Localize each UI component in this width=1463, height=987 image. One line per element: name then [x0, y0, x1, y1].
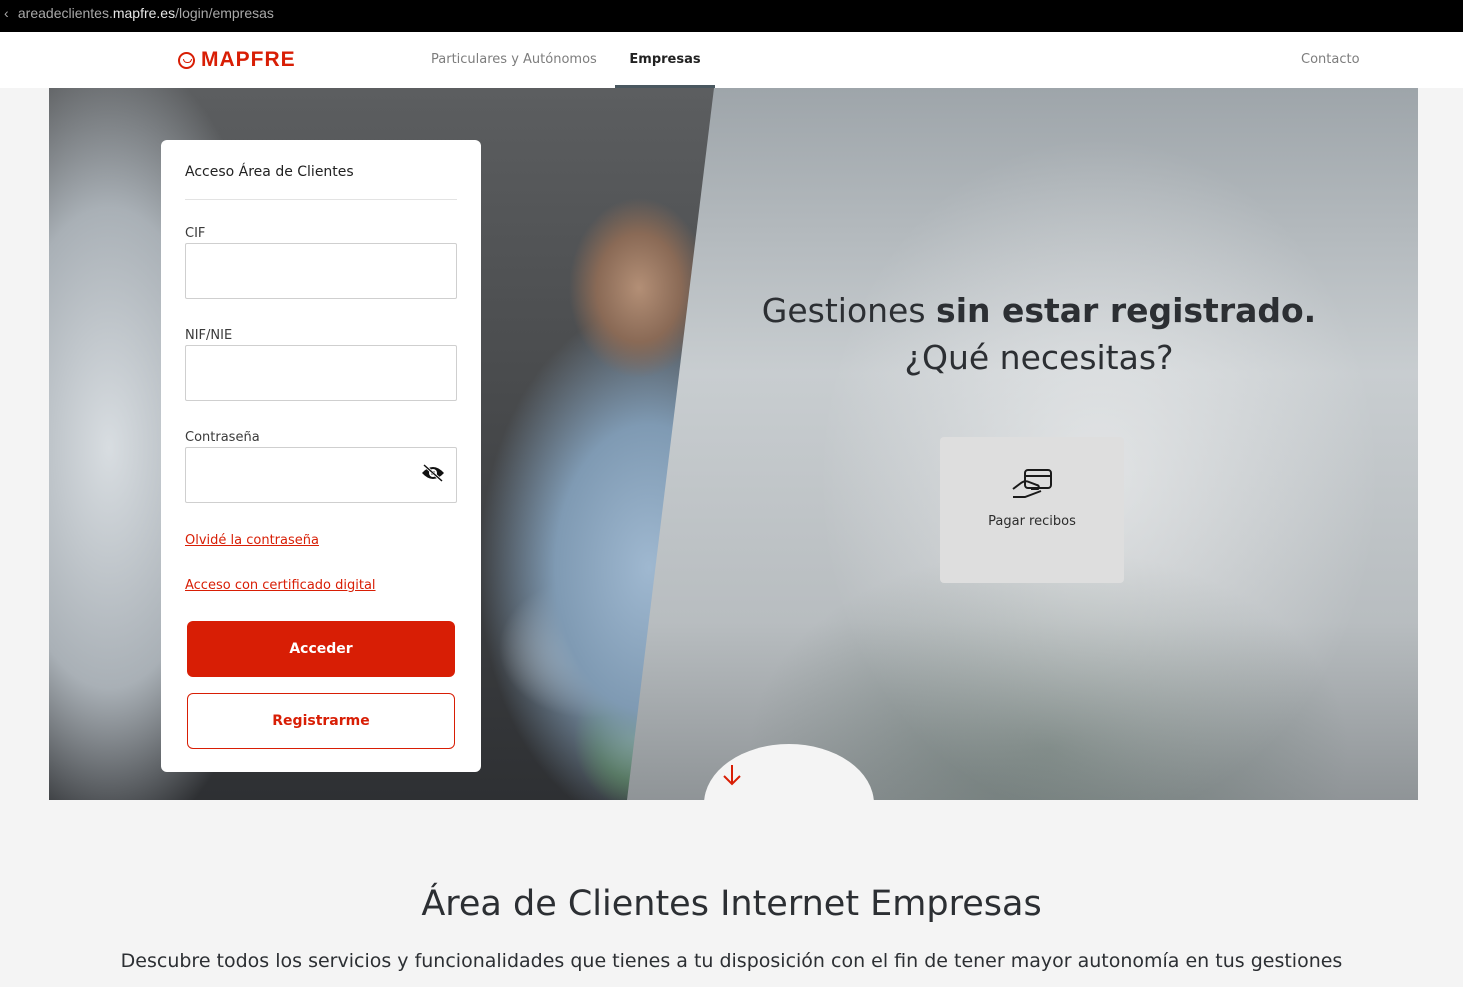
site-info-icon[interactable]: ‹ — [4, 0, 14, 26]
mapfre-logo-icon — [178, 51, 195, 69]
eye-off-icon[interactable] — [421, 463, 445, 483]
cif-label: CIF — [185, 226, 206, 241]
nif-label: NIF/NIE — [185, 328, 233, 343]
mapfre-logo[interactable]: MAPFRE — [178, 48, 296, 72]
pay-receipts-card[interactable]: Pagar recibos — [940, 437, 1124, 583]
nav-particulares-link[interactable]: Particulares y Autónomos — [431, 32, 597, 88]
forgot-password-link[interactable]: Olvidé la contraseña — [185, 533, 319, 548]
url-path: /login/empresas — [175, 5, 274, 21]
section-subtitle: Descubre todos los servicios y funcional… — [120, 950, 1343, 972]
hand-card-icon — [1012, 469, 1052, 498]
acceder-button[interactable]: Acceder — [187, 621, 455, 677]
digital-certificate-link[interactable]: Acceso con certificado digital — [185, 578, 376, 593]
login-divider — [185, 199, 457, 200]
nav-contacto-link[interactable]: Contacto — [1301, 32, 1360, 88]
hero-title: Gestiones sin estar registrado. ¿Qué nec… — [739, 287, 1339, 381]
url-prefix: areadeclientes. — [17, 5, 113, 21]
hero-title-line2: ¿Qué necesitas? — [904, 338, 1174, 377]
url-host: mapfre.es — [112, 5, 176, 21]
registrarme-button[interactable]: Registrarme — [187, 693, 455, 749]
login-title: Acceso Área de Clientes — [185, 164, 354, 180]
browser-url-bar[interactable]: ‹ areadeclientes.mapfre.es/login/empresa… — [0, 0, 1463, 32]
hero-title-bold: sin estar registrado. — [936, 291, 1317, 330]
arrow-down-icon[interactable] — [721, 763, 743, 787]
nav-empresas-tab[interactable]: Empresas — [615, 32, 715, 88]
top-navigation: MAPFRE Particulares y Autónomos Empresas… — [0, 32, 1463, 88]
section-title: Área de Clientes Internet Empresas — [421, 884, 1042, 924]
cif-input[interactable] — [185, 243, 457, 299]
password-input[interactable] — [185, 447, 457, 503]
logo-text: MAPFRE — [201, 48, 296, 71]
hero-title-part1: Gestiones — [761, 291, 937, 330]
login-card: Acceso Área de Clientes CIF NIF/NIE Cont… — [161, 140, 481, 772]
nif-input[interactable] — [185, 345, 457, 401]
password-label: Contraseña — [185, 430, 260, 445]
pay-receipts-label: Pagar recibos — [988, 514, 1076, 529]
